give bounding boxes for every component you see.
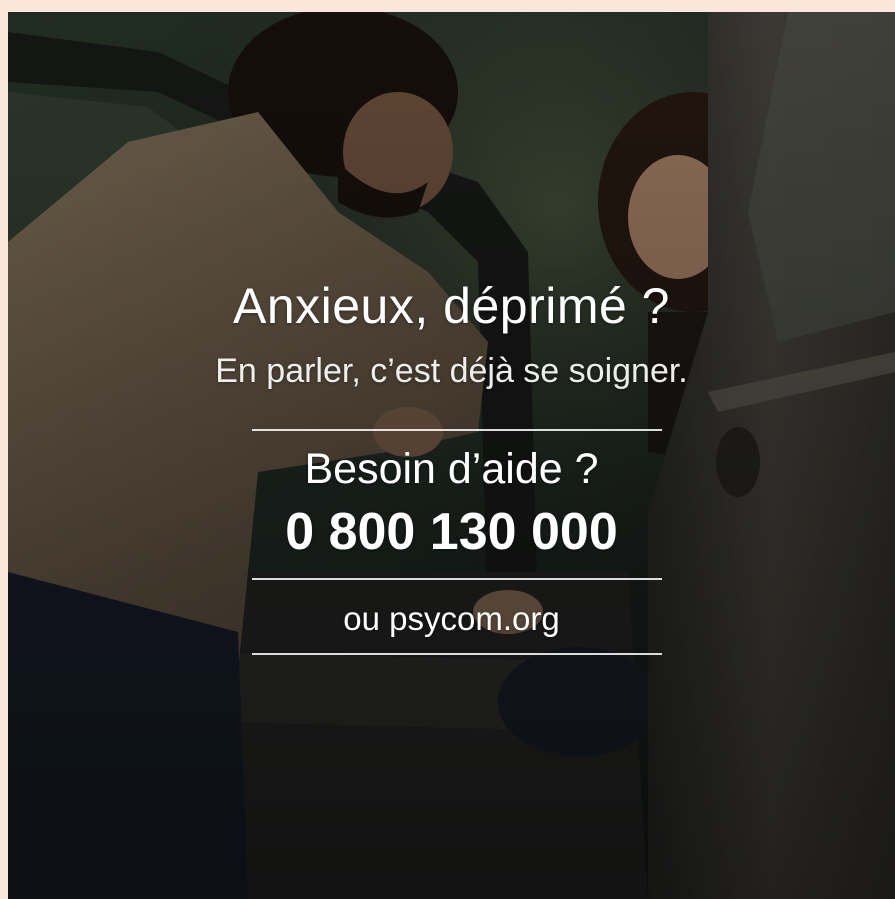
divider-middle [252, 578, 662, 580]
divider-top [252, 429, 662, 431]
website-link[interactable]: ou psycom.org [8, 600, 895, 638]
phone-number[interactable]: 0 800 130 000 [8, 502, 895, 562]
background-photo: Anxieux, déprimé ? En parler, c’est déjà… [8, 12, 895, 899]
divider-bottom [252, 653, 662, 655]
help-prompt: Besoin d’aide ? [304, 445, 599, 493]
ad-message: Anxieux, déprimé ? En parler, c’est déjà… [8, 12, 895, 899]
ad-frame: Anxieux, déprimé ? En parler, c’est déjà… [0, 0, 895, 899]
headline: Anxieux, déprimé ? [232, 278, 670, 334]
subheadline: En parler, c’est déjà se soigner. [215, 352, 688, 390]
